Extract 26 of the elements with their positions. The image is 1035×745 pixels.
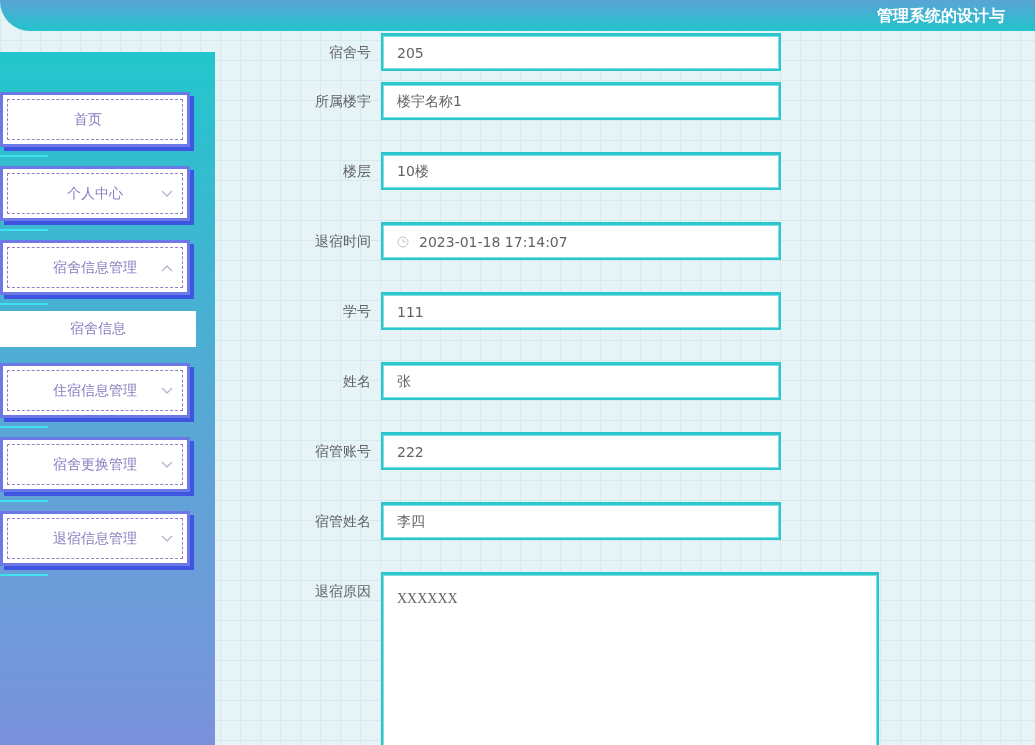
caret-icon: [161, 263, 173, 272]
field-label: 楼层: [342, 162, 372, 181]
field-label: 退宿原因: [314, 582, 372, 601]
field-label: 退宿时间: [314, 232, 372, 251]
input-field[interactable]: 张: [381, 362, 781, 400]
input-field[interactable]: 111: [381, 292, 781, 330]
field-label: 宿舍号: [328, 43, 372, 62]
textarea-field[interactable]: XXXXXX: [381, 572, 879, 745]
field-label: 学号: [342, 302, 372, 321]
field-label: 所属楼宇: [314, 92, 372, 111]
caret-icon: [161, 386, 173, 395]
input-field[interactable]: 楼宇名称1: [381, 82, 781, 120]
input-field[interactable]: 222: [381, 432, 781, 470]
field-label: 宿管姓名: [314, 512, 372, 531]
clock-icon: [397, 235, 409, 248]
input-field[interactable]: 李四: [381, 502, 781, 540]
datetime-field[interactable]: 2023-01-18 17:14:07: [381, 222, 781, 260]
submenu-item[interactable]: 宿舍信息: [0, 311, 196, 347]
input-field[interactable]: 205: [381, 33, 781, 71]
field-label: 宿管账号: [314, 442, 372, 461]
caret-icon: [161, 189, 173, 198]
field-label: 姓名: [342, 372, 372, 391]
input-field[interactable]: 10楼: [381, 152, 781, 190]
caret-icon: [161, 460, 173, 469]
system-title: 管理系统的设计与: [877, 6, 1005, 25]
caret-icon: [161, 534, 173, 543]
